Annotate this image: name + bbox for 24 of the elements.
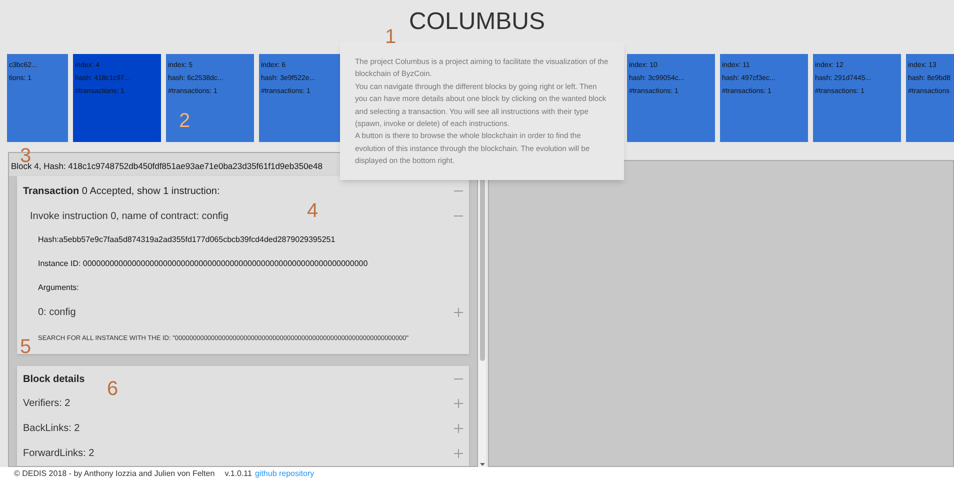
expand-icon[interactable] bbox=[454, 424, 463, 433]
version-label: v.1.0.11 bbox=[224, 468, 252, 480]
callout-number: 1 bbox=[385, 26, 396, 48]
expand-icon[interactable] bbox=[454, 308, 463, 316]
detail-label: Verifiers: 2 bbox=[23, 397, 70, 411]
callout-number: 4 bbox=[307, 200, 318, 222]
transaction-title: Transaction 0 Accepted, show 1 instruction: bbox=[23, 184, 220, 198]
detail-label: ForwardLinks: 2 bbox=[23, 447, 94, 461]
block-details-title: Block details bbox=[23, 372, 85, 386]
github-link[interactable]: github repository bbox=[254, 468, 314, 480]
arguments-label: Arguments: bbox=[38, 282, 79, 294]
instance-id: Instance ID: 0000000000000000000000000000000000000000000000000000000000000000 bbox=[38, 258, 368, 270]
expand-icon[interactable] bbox=[454, 399, 463, 408]
instruction-title: Invoke instruction 0, name of contract: config bbox=[30, 210, 228, 224]
footer-credit: © DEDIS 2018 - by Anthony Iozzia and Julien von Felten bbox=[14, 468, 215, 480]
instruction-hash: Hash:a5ebb57e9c7faa5d874319a2ad355fd177d065cbcb39fcd4ded2879029395251 bbox=[38, 234, 336, 246]
block-header: Block 4, Hash: 418c1c9748752db450fdf851ae93ae71e0ba23d35f61f1d9eb350e48 bbox=[11, 161, 322, 173]
app-title: COLUMBUS bbox=[408, 7, 546, 37]
argument-label: 0: config bbox=[38, 306, 76, 320]
callout-number: 6 bbox=[107, 378, 118, 400]
detail-label: BackLinks: 2 bbox=[23, 422, 80, 436]
callout-number: 5 bbox=[20, 336, 32, 358]
expand-icon[interactable] bbox=[454, 449, 463, 458]
callout-number: 2 bbox=[179, 110, 190, 132]
